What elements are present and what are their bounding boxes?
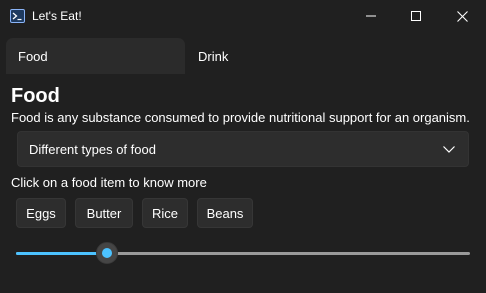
butter-button[interactable]: Butter [75,198,133,228]
rice-button[interactable]: Rice [142,198,188,228]
slider[interactable] [16,241,470,265]
chevron-down-icon [443,146,455,153]
food-types-combobox[interactable]: Different types of food [17,131,469,167]
beans-button[interactable]: Beans [197,198,253,228]
slider-thumb[interactable] [96,242,118,264]
close-button[interactable] [439,0,485,32]
maximize-button[interactable] [393,0,439,32]
instruction-text: Click on a food item to know more [11,175,207,190]
page-title: Food [11,85,60,107]
tab-label: Food [18,48,48,64]
minimize-button[interactable] [348,0,394,32]
tab-food[interactable]: Food [6,38,185,74]
slider-fill [16,252,107,255]
minimize-icon [366,15,376,17]
tab-drink[interactable]: Drink [198,38,318,74]
title-bar[interactable]: Let's Eat! [0,0,486,32]
eggs-button[interactable]: Eggs [16,198,66,228]
terminal-icon [10,9,25,23]
tab-label: Drink [198,48,229,64]
tab-strip: Food Drink [6,38,480,74]
combobox-value: Different types of food [29,141,156,157]
close-icon [456,10,468,22]
window-title: Let's Eat! [32,9,82,23]
app-window: Let's Eat! Food Drink Food Food is any s… [0,0,486,293]
maximize-icon [411,11,421,21]
page-description: Food is any substance consumed to provid… [11,110,470,125]
slider-thumb-center [102,248,112,258]
